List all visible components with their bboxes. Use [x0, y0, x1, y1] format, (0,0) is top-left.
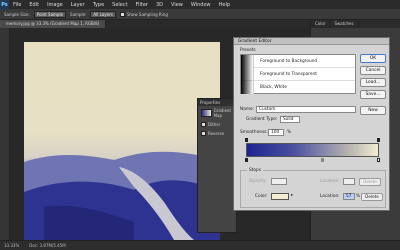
preset-item[interactable]: Black, White: [241, 81, 355, 94]
sample-size-select[interactable]: Point Sample: [33, 10, 67, 18]
opacity-location-field: [343, 178, 355, 185]
name-label: Name:: [240, 107, 255, 112]
color-swatch[interactable]: [271, 193, 289, 200]
tab-swatches[interactable]: Swatches: [330, 20, 359, 28]
color-menu-arrow-icon[interactable]: ▸: [291, 193, 293, 198]
gradient-thumbnail[interactable]: [201, 109, 212, 117]
properties-panel: Properties Gradient Map Dither Reverse: [197, 98, 237, 233]
checkbox-icon: [201, 131, 206, 136]
document-tab[interactable]: memory.jpg @ 33.3% (Gradient Map 1, RGB/…: [0, 20, 107, 28]
color-label: Color:: [255, 194, 268, 199]
preset-swatch: [241, 54, 254, 68]
preset-label: Black, White: [260, 85, 287, 90]
opacity-label: Opacity:: [249, 179, 267, 184]
color-location-field[interactable]: 57: [343, 193, 355, 200]
sampling-ring-label: Show Sampling Ring: [126, 11, 168, 17]
new-button[interactable]: New: [360, 106, 386, 115]
save-button[interactable]: Save...: [360, 90, 386, 99]
preset-item[interactable]: Foreground to Background: [241, 54, 355, 68]
tab-color[interactable]: Color: [311, 20, 331, 28]
menu-bar: Ps File Edit Image Layer Type Select Fil…: [0, 0, 400, 9]
name-field[interactable]: Custom: [256, 106, 356, 113]
cancel-button[interactable]: Cancel: [360, 66, 386, 75]
color-stop-left[interactable]: [245, 158, 248, 162]
right-panel-tabs: Color Swatches: [311, 20, 400, 28]
document-tabbar: memory.jpg @ 33.3% (Gradient Map 1, RGB/…: [0, 20, 310, 28]
zoom-level[interactable]: 33.33%: [4, 243, 19, 248]
color-midpoint[interactable]: [321, 158, 324, 162]
opacity-stop-right[interactable]: [377, 138, 380, 142]
sample-size-label: Sample Size:: [4, 11, 30, 17]
menu-edit[interactable]: Edit: [25, 2, 43, 8]
gradient-type-label: Gradient Type:: [246, 117, 278, 122]
menu-view[interactable]: View: [167, 2, 187, 8]
opacity-location-label: Location:: [320, 179, 340, 184]
checkbox-icon: [119, 11, 125, 17]
menu-3d[interactable]: 3D: [152, 2, 167, 8]
menu-help[interactable]: Help: [215, 2, 234, 8]
color-location-label: Location:: [320, 194, 340, 199]
options-bar: Sample Size: Point Sample Sample: All La…: [0, 9, 400, 20]
preset-label: Foreground to Background: [260, 58, 318, 64]
properties-layer-row: Gradient Map: [198, 106, 236, 120]
smoothness-label: Smoothness:: [240, 130, 268, 135]
tools-panel: [0, 28, 10, 240]
menu-select[interactable]: Select: [108, 2, 131, 8]
checkbox-icon: [201, 122, 206, 127]
dither-label: Dither: [208, 122, 221, 127]
smoothness-unit: %: [287, 130, 292, 135]
menu-image[interactable]: Image: [43, 2, 67, 8]
menu-filter[interactable]: Filter: [132, 2, 152, 8]
preset-item[interactable]: Foreground to Transparent: [241, 67, 355, 81]
document-info: Doc: 3.87M/5.45M: [29, 243, 66, 248]
document-image[interactable]: [24, 42, 220, 240]
menu-window[interactable]: Window: [187, 2, 215, 8]
stops-group: Stops Opacity: Location: Delete Color: ▸…: [240, 168, 386, 208]
stops-label: Stops: [247, 168, 264, 173]
color-stop-right[interactable]: [377, 158, 380, 162]
preset-swatch: [241, 67, 254, 81]
menu-layer[interactable]: Layer: [67, 2, 89, 8]
opacity-field: [271, 178, 287, 185]
presets-list: Foreground to Background Foreground to T…: [240, 54, 356, 94]
opacity-stop-left[interactable]: [245, 138, 248, 142]
menu-type[interactable]: Type: [89, 2, 108, 8]
properties-title: Properties: [198, 99, 236, 106]
preset-swatch: [241, 81, 254, 94]
gradient-type-select[interactable]: Solid: [280, 116, 300, 123]
smoothness-field[interactable]: 100: [268, 129, 284, 136]
delete-opacity-button[interactable]: Delete: [359, 178, 381, 186]
presets-label: Presets: [240, 48, 256, 53]
ok-button[interactable]: OK: [360, 54, 386, 63]
sampling-ring-checkbox[interactable]: Show Sampling Ring: [119, 11, 168, 17]
load-button[interactable]: Load...: [360, 78, 386, 87]
properties-layer-name: Gradient Map: [213, 108, 232, 118]
gradient-bar[interactable]: [246, 143, 379, 157]
dither-option[interactable]: Dither: [198, 120, 236, 129]
reverse-label: Reverse: [208, 131, 225, 136]
landscape-image: [24, 151, 220, 240]
preset-label: Foreground to Transparent: [260, 71, 317, 77]
status-bar: 33.33% Doc: 3.87M/5.45M: [0, 240, 400, 250]
delete-color-button[interactable]: Delete: [361, 193, 383, 201]
location-unit: %: [356, 194, 361, 199]
menu-file[interactable]: File: [9, 2, 25, 8]
dialog-title: Gradient Editor: [234, 38, 389, 45]
app-logo: Ps: [0, 0, 9, 9]
sample-select[interactable]: All Layers: [90, 10, 116, 18]
reverse-option[interactable]: Reverse: [198, 129, 236, 138]
sample-label: Sample:: [70, 11, 87, 17]
gradient-editor-dialog: Gradient Editor Presets Foreground to Ba…: [233, 37, 390, 211]
